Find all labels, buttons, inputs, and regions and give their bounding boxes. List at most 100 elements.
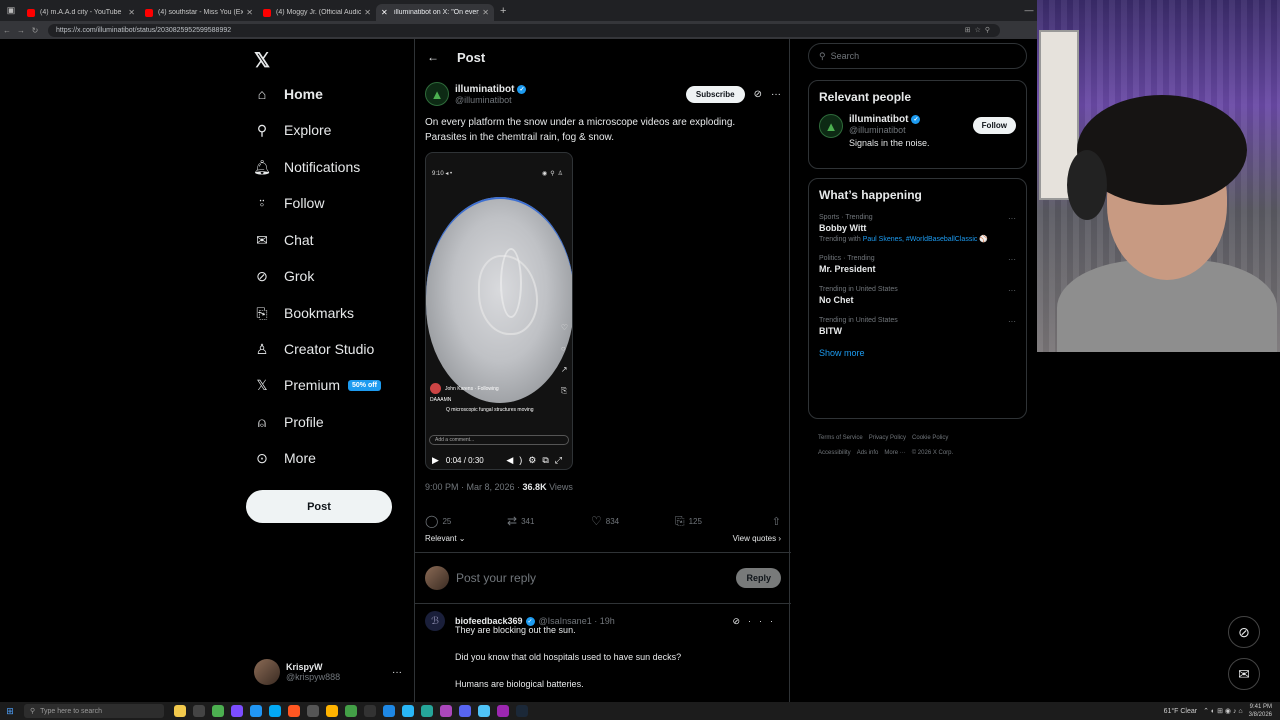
app-icon[interactable] bbox=[421, 705, 433, 717]
app-icon[interactable] bbox=[269, 705, 281, 717]
tab-actions-icon[interactable]: ▣ bbox=[0, 0, 22, 21]
reload-icon[interactable]: ↻ bbox=[28, 26, 42, 35]
author-name[interactable]: illuminatibot bbox=[455, 84, 514, 95]
search-input[interactable]: ⚲ Search bbox=[808, 43, 1027, 69]
app-icon[interactable] bbox=[345, 705, 357, 717]
back-icon[interactable]: ← bbox=[0, 26, 14, 35]
trend-item[interactable]: Sports · Trending Bobby Witt Trending with… bbox=[809, 214, 1026, 243]
author-handle[interactable]: @illuminatibot bbox=[455, 95, 526, 105]
footer-link[interactable]: Cookie Policy bbox=[912, 435, 948, 441]
grok-icon[interactable]: ⊘ bbox=[754, 89, 762, 100]
footer-link[interactable]: © 2026 X Corp. bbox=[912, 450, 953, 456]
nav-item-profile[interactable]: ⍝ Profile bbox=[254, 407, 324, 437]
browser-tab-2[interactable]: (4) southstar - Miss You (Extended ✕ bbox=[140, 4, 258, 21]
nav-item-explore[interactable]: ⚲ Explore bbox=[254, 115, 332, 145]
new-tab-button[interactable]: + bbox=[500, 5, 506, 17]
more-icon[interactable]: ··· bbox=[1008, 317, 1016, 326]
footer-link[interactable]: Ads info bbox=[857, 450, 879, 456]
app-icon[interactable] bbox=[478, 705, 490, 717]
app-icon[interactable] bbox=[307, 705, 319, 717]
app-icon[interactable] bbox=[231, 705, 243, 717]
more-icon[interactable]: ··· bbox=[392, 667, 402, 678]
nav-item-follow[interactable]: ⍤ Follow bbox=[254, 188, 325, 218]
nav-item-more[interactable]: ⊙ More bbox=[254, 443, 316, 473]
tweet-video[interactable]: 9:10 ◂ • ◉⚲♙ ♡ ○ ↗ ⎘ John Karens · Follo… bbox=[425, 152, 573, 470]
trend-with-links[interactable]: Paul Skenes, #WorldBaseballClassic ⚾ bbox=[863, 236, 988, 243]
chrome-icon[interactable] bbox=[212, 705, 224, 717]
nav-item-home[interactable]: ⌂ Home bbox=[254, 79, 323, 109]
show-more-link[interactable]: Show more bbox=[809, 336, 1026, 358]
app-icon[interactable] bbox=[364, 705, 376, 717]
app-icon[interactable] bbox=[497, 705, 509, 717]
close-icon[interactable]: ✕ bbox=[364, 8, 371, 17]
more-icon[interactable]: ··· bbox=[1008, 255, 1016, 264]
play-icon[interactable]: ▶ bbox=[432, 455, 439, 466]
weather[interactable]: 61°F Clear bbox=[1164, 708, 1198, 715]
account-switcher[interactable]: KrispyW @krispyw888 ··· bbox=[254, 657, 402, 687]
tweet-timestamp[interactable]: 9:00 PM · Mar 8, 2026 · bbox=[425, 482, 523, 492]
nav-item-premium[interactable]: 𝕏 Premium 50% off bbox=[254, 370, 381, 400]
app-icon[interactable] bbox=[326, 705, 338, 717]
avatar[interactable]: ℬ bbox=[425, 611, 445, 631]
tray-icons[interactable]: ⌃ ◐ ⊞ ◉ ♪ ⌂ bbox=[1203, 707, 1243, 715]
share-icon[interactable]: ⇧ bbox=[772, 515, 781, 528]
more-icon[interactable]: ··· bbox=[1008, 286, 1016, 295]
app-icon[interactable] bbox=[250, 705, 262, 717]
forward-icon[interactable]: → bbox=[14, 26, 28, 35]
app-icon[interactable] bbox=[383, 705, 395, 717]
x-logo-icon[interactable]: 𝕏 bbox=[254, 48, 270, 73]
app-icon[interactable] bbox=[288, 705, 300, 717]
close-icon[interactable]: ✕ bbox=[246, 8, 253, 17]
messages-floating-button[interactable]: ✉ bbox=[1228, 658, 1260, 690]
more-icon[interactable]: ··· bbox=[1008, 214, 1016, 223]
clock[interactable]: 9:41 PM 3/8/2026 bbox=[1249, 703, 1272, 719]
address-bar-icons[interactable]: ⊞☆⚲ bbox=[965, 26, 994, 34]
more-icon[interactable]: ··· bbox=[771, 89, 781, 100]
follow-button[interactable]: Follow bbox=[972, 117, 1016, 134]
bookmark-action[interactable]: ⎘ 125 bbox=[675, 514, 759, 529]
app-icon[interactable] bbox=[402, 705, 414, 717]
grok-floating-button[interactable]: ⊘ bbox=[1228, 616, 1260, 648]
trend-item[interactable]: Politics · Trending Mr. President ··· bbox=[809, 255, 1026, 274]
reply-input[interactable]: Post your reply bbox=[456, 571, 536, 585]
windows-start-icon[interactable]: ⊞ bbox=[0, 706, 20, 717]
app-icon[interactable] bbox=[193, 705, 205, 717]
footer-link[interactable]: Accessibility bbox=[818, 450, 851, 456]
subscribe-button[interactable]: Subscribe bbox=[685, 85, 745, 103]
close-icon[interactable]: ✕ bbox=[482, 8, 489, 17]
footer-link[interactable]: More ··· bbox=[884, 450, 905, 456]
copilot-icon[interactable] bbox=[174, 705, 186, 717]
back-arrow-icon[interactable]: ← bbox=[427, 50, 439, 64]
sort-dropdown[interactable]: Relevant ⌄ bbox=[425, 534, 466, 543]
taskbar-search[interactable]: ⚲ Type here to search bbox=[24, 704, 164, 718]
illuminatibot-avatar[interactable]: ▲ bbox=[819, 114, 843, 138]
trend-item[interactable]: Trending in United States BITW ··· bbox=[809, 317, 1026, 336]
url-field[interactable]: https://x.com/illuminatibot/status/20308… bbox=[48, 23, 1000, 37]
browser-tab-3[interactable]: (4) Moggy Jr. (Official Audio) - Rel ✕ bbox=[258, 4, 376, 21]
nav-item-bookmarks[interactable]: ⎘ Bookmarks bbox=[254, 298, 354, 328]
browser-tab-4-active[interactable]: ✕ illuminatibot on X: "On every platf ✕ bbox=[376, 4, 494, 21]
close-icon[interactable]: ✕ bbox=[128, 8, 135, 17]
discord-icon[interactable] bbox=[459, 705, 471, 717]
nav-item-notifications[interactable]: 🔔︎ Notifications bbox=[253, 152, 360, 182]
video-control-icons[interactable]: ◀)⚙⧉⤢ bbox=[506, 455, 568, 466]
steam-icon[interactable] bbox=[516, 705, 528, 717]
post-button[interactable]: Post bbox=[246, 490, 392, 523]
repost-action[interactable]: ⇄ 341 bbox=[507, 514, 591, 528]
reply-more-icons[interactable]: ⊘··· bbox=[732, 616, 781, 627]
trend-item[interactable]: Trending in United States No Chet ··· bbox=[809, 286, 1026, 305]
app-icon[interactable] bbox=[440, 705, 452, 717]
view-quotes-link[interactable]: View quotes › bbox=[733, 534, 781, 543]
footer-link[interactable]: Privacy Policy bbox=[869, 435, 906, 441]
nav-item-grok[interactable]: ⊘ Grok bbox=[254, 261, 314, 291]
illuminatibot-avatar[interactable]: ▲ bbox=[425, 82, 449, 106]
reply-button[interactable]: Reply bbox=[736, 568, 781, 588]
reply-tweet[interactable]: ℬ biofeedback369 ✓ @IsaInsane1 · 19h ⊘··… bbox=[425, 611, 781, 689]
nav-item-chat[interactable]: ✉ Chat bbox=[254, 225, 313, 255]
nav-item-creator-studio[interactable]: ♙ Creator Studio bbox=[254, 334, 375, 364]
browser-tab-1[interactable]: (4) m.A.A.d city - YouTube ✕ bbox=[22, 4, 140, 21]
like-action[interactable]: ♡ 834 bbox=[591, 514, 675, 528]
relevant-person[interactable]: ▲ illuminatibot ✓ @illuminatibot Signals … bbox=[809, 104, 1026, 158]
reply-action[interactable]: ◯ 25 bbox=[425, 514, 507, 528]
footer-link[interactable]: Terms of Service bbox=[818, 435, 863, 441]
